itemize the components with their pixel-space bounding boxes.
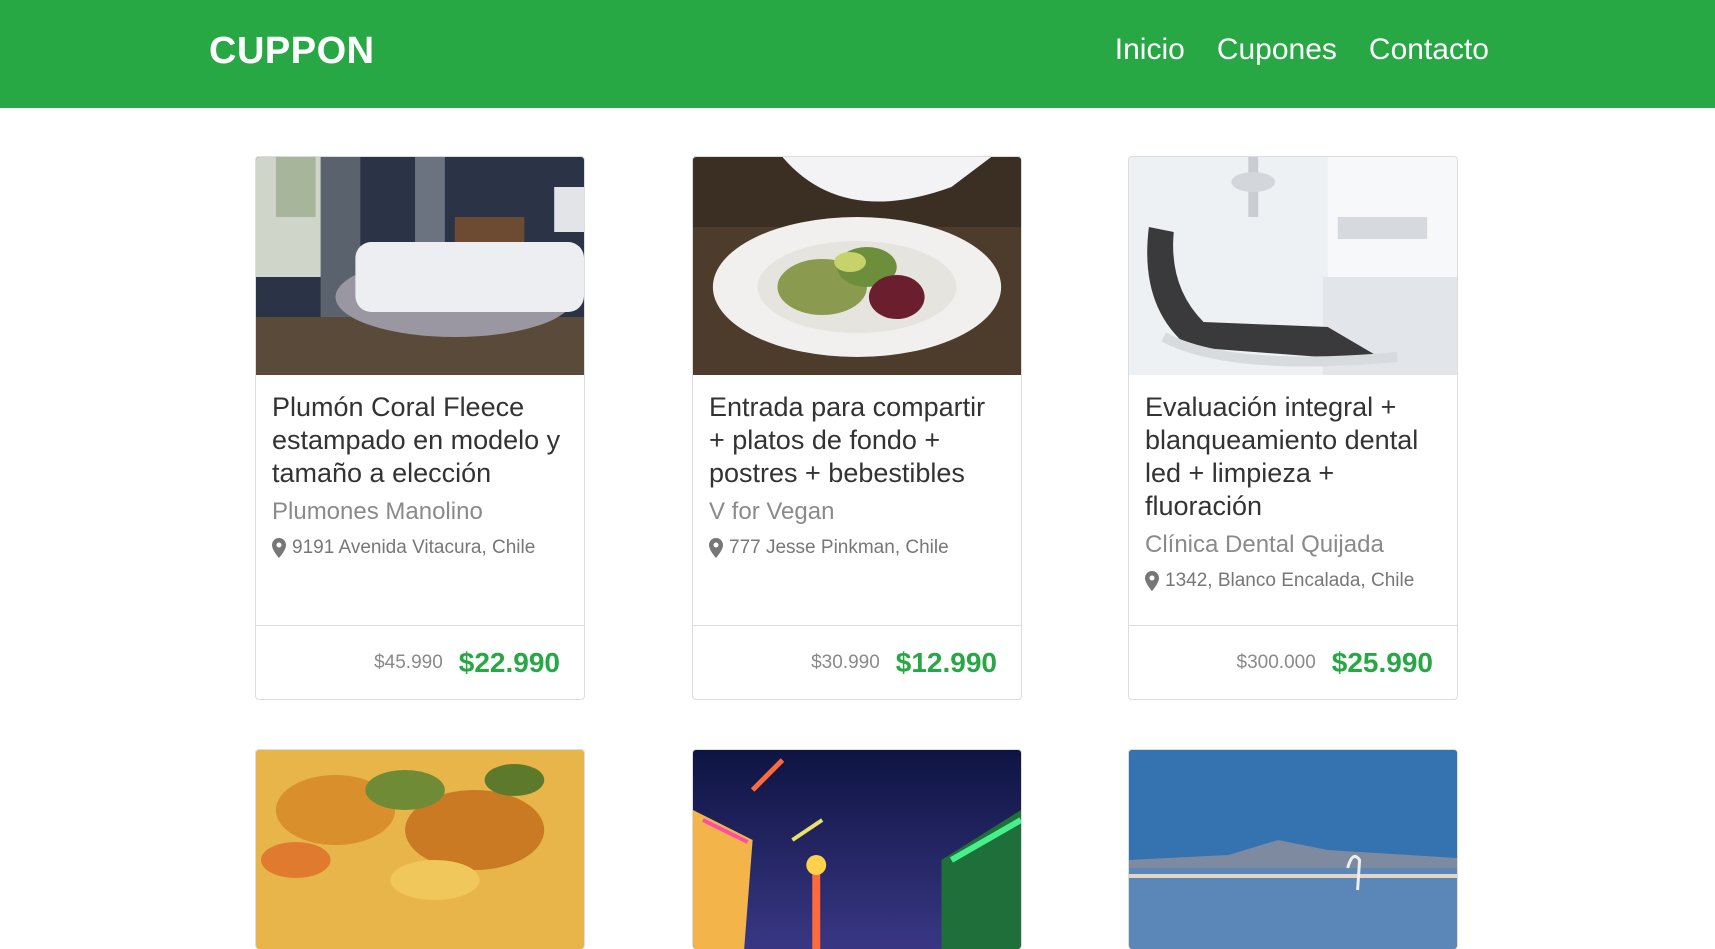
amusement-park-photo[interactable]: [693, 750, 1021, 949]
merchant-name: Clínica Dental Quijada: [1145, 531, 1384, 558]
address-text: 777 Jesse Pinkman, Chile: [729, 537, 949, 558]
discount-price: $25.990: [1331, 646, 1433, 678]
card-footer: $300.000 $25.990: [1129, 625, 1457, 699]
original-price: $30.990: [811, 651, 880, 673]
merchant-name: Plumones Manolino: [272, 498, 483, 525]
map-pin-icon: [1145, 571, 1159, 591]
merchant-name: V for Vegan: [709, 498, 835, 525]
discount-price: $22.990: [458, 646, 560, 678]
food-bowl-photo[interactable]: [256, 750, 584, 949]
discount-price: $12.990: [895, 646, 997, 678]
address-line: 777 Jesse Pinkman, Chile: [709, 537, 1007, 559]
bedroom-photo[interactable]: [256, 157, 584, 375]
address-line: 1342, Blanco Encalada, Chile: [1145, 570, 1443, 592]
coupon-title[interactable]: Entrada para compartir + platos de fondo…: [709, 391, 1007, 490]
card-body: Evaluación integral + blanqueamiento den…: [1145, 391, 1443, 592]
coupon-title[interactable]: Evaluación integral + blanqueamiento den…: [1145, 391, 1443, 523]
address-text: 1342, Blanco Encalada, Chile: [1165, 570, 1415, 591]
coupon-card[interactable]: [692, 749, 1022, 949]
salt-flat-lake-photo[interactable]: [1129, 750, 1457, 949]
vegan-dish-photo[interactable]: [693, 157, 1021, 375]
original-price: $45.990: [374, 651, 443, 673]
address-line: 9191 Avenida Vitacura, Chile: [272, 537, 570, 559]
coupon-card[interactable]: Entrada para compartir + platos de fondo…: [692, 156, 1022, 700]
coupon-grid: Plumón Coral Fleece estampado en modelo …: [0, 0, 1715, 949]
coupon-card[interactable]: [1128, 749, 1458, 949]
address-text: 9191 Avenida Vitacura, Chile: [292, 537, 536, 558]
dental-clinic-photo[interactable]: [1129, 157, 1457, 375]
coupon-title[interactable]: Plumón Coral Fleece estampado en modelo …: [272, 391, 570, 490]
coupon-card[interactable]: [255, 749, 585, 949]
card-footer: $30.990 $12.990: [693, 625, 1021, 699]
coupon-card[interactable]: Plumón Coral Fleece estampado en modelo …: [255, 156, 585, 700]
map-pin-icon: [709, 538, 723, 558]
card-footer: $45.990 $22.990: [256, 625, 584, 699]
original-price: $300.000: [1236, 651, 1316, 673]
coupon-card[interactable]: Evaluación integral + blanqueamiento den…: [1128, 156, 1458, 700]
card-body: Entrada para compartir + platos de fondo…: [709, 391, 1007, 559]
map-pin-icon: [272, 538, 286, 558]
card-body: Plumón Coral Fleece estampado en modelo …: [272, 391, 570, 559]
